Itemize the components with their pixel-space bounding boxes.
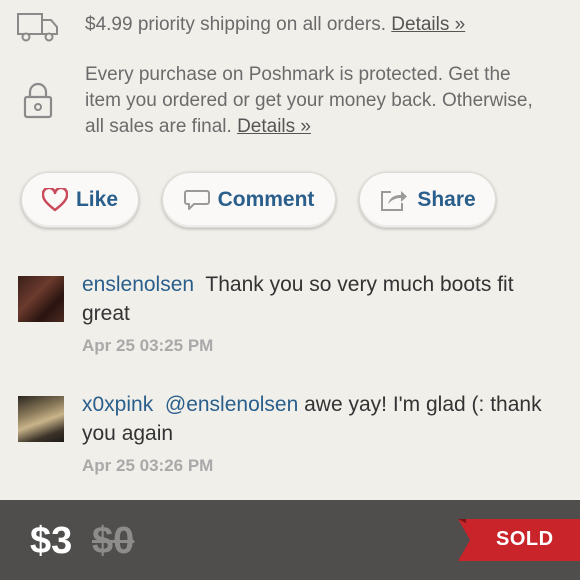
shipping-details-link[interactable]: Details » (391, 14, 465, 35)
shipping-text: $4.99 priority shipping on all orders. (85, 14, 387, 35)
comment-username[interactable]: x0xpink (82, 393, 153, 416)
share-button[interactable]: Share (359, 172, 496, 228)
lock-icon (22, 82, 54, 125)
sold-status: SOLD (496, 528, 554, 550)
avatar[interactable] (18, 396, 64, 442)
shipping-text-block: $4.99 priority shipping on all orders. D… (85, 12, 540, 38)
comment-timestamp: Apr 25 03:25 PM (82, 336, 214, 355)
sold-ribbon: SOLD (458, 519, 580, 561)
comment-label: Comment (217, 188, 315, 211)
share-label: Share (417, 188, 476, 211)
comment-item: x0xpink @enslenolsen awe yay! I'm glad (… (0, 390, 580, 480)
comment-body: x0xpink @enslenolsen awe yay! I'm glad (… (82, 390, 550, 448)
original-price: $0 (92, 520, 135, 562)
comment-mention[interactable]: @enslenolsen (165, 393, 298, 416)
comment-username[interactable]: enslenolsen (82, 273, 194, 296)
price-bar: $3 $0 SOLD (0, 500, 580, 580)
protection-info: Every purchase on Poshmark is protected.… (0, 60, 580, 140)
comment-button[interactable]: Comment (162, 172, 336, 228)
shipping-info: $4.99 priority shipping on all orders. D… (0, 8, 580, 48)
protection-details-link[interactable]: Details » (237, 116, 311, 137)
speech-bubble-icon (183, 188, 210, 212)
like-button[interactable]: Like (21, 172, 139, 228)
comment-timestamp: Apr 25 03:26 PM (82, 456, 214, 475)
comment-body: enslenolsen Thank you so very much boots… (82, 270, 550, 328)
truck-icon (16, 12, 60, 47)
listing-price: $3 (30, 520, 73, 562)
comment-item: enslenolsen Thank you so very much boots… (0, 270, 580, 360)
like-label: Like (75, 188, 119, 211)
heart-icon (41, 186, 69, 212)
share-icon (379, 187, 409, 213)
avatar[interactable] (18, 276, 64, 322)
protection-text-block: Every purchase on Poshmark is protected.… (85, 62, 540, 140)
